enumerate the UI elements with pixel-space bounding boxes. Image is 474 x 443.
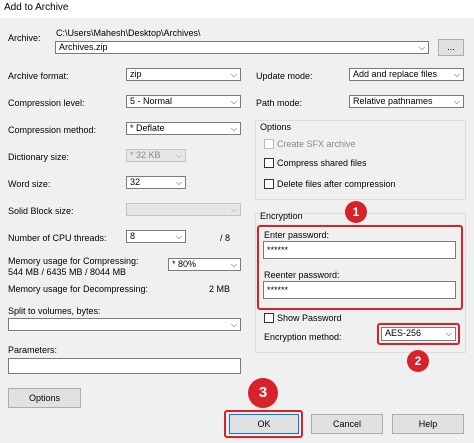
compression-level-label: Compression level: xyxy=(8,98,85,108)
cpu-threads-label: Number of CPU threads: xyxy=(8,233,107,243)
delete-after-checkbox[interactable] xyxy=(264,179,274,189)
chevron-down-icon: ⌵ xyxy=(445,329,452,338)
archive-format-select[interactable]: zip ⌵ xyxy=(126,68,241,81)
dictionary-size-label: Dictionary size: xyxy=(8,152,70,162)
options-group-title: Options xyxy=(260,122,292,132)
parameters-input[interactable] xyxy=(8,358,241,374)
update-mode-label: Update mode: xyxy=(256,71,313,81)
archive-path: C:\Users\Mahesh\Desktop\Archives\ xyxy=(56,28,201,38)
chevron-down-icon: ⌵ xyxy=(230,205,237,214)
encryption-method-select[interactable]: AES-256 ⌵ xyxy=(381,327,456,341)
compress-shared-label: Compress shared files xyxy=(277,158,367,168)
reenter-password-label: Reenter password: xyxy=(264,270,340,280)
chevron-down-icon: ⌵ xyxy=(453,70,460,79)
compression-level-select[interactable]: 5 - Normal ⌵ xyxy=(126,95,241,108)
sfx-checkbox xyxy=(264,139,274,149)
compression-method-select[interactable]: * Deflate ⌵ xyxy=(126,122,241,135)
show-password-label: Show Password xyxy=(277,313,342,323)
window-title: Add to Archive xyxy=(4,2,69,13)
chevron-down-icon: ⌵ xyxy=(175,151,182,160)
archive-filename: Archives.zip xyxy=(59,42,108,52)
chevron-down-icon: ⌵ xyxy=(230,70,237,79)
memory-usage-select[interactable]: * 80% ⌵ xyxy=(168,258,241,271)
compress-shared-checkbox[interactable] xyxy=(264,158,274,168)
memory-compress-label: Memory usage for Compressing: xyxy=(8,256,139,266)
word-size-select[interactable]: 32 ⌵ xyxy=(126,176,186,189)
compression-level-value: 5 - Normal xyxy=(130,96,173,106)
encryption-method-label: Encryption method: xyxy=(264,332,342,342)
parameters-label: Parameters: xyxy=(8,345,58,355)
chevron-down-icon: ⌵ xyxy=(175,232,182,241)
delete-after-label: Delete files after compression xyxy=(277,179,396,189)
memory-decompress-label: Memory usage for Decompressing: xyxy=(8,284,149,294)
chevron-down-icon: ⌵ xyxy=(175,178,182,187)
memory-compress-value: 544 MB / 6435 MB / 8044 MB xyxy=(8,267,127,277)
cpu-threads-max: / 8 xyxy=(220,233,231,243)
cpu-threads-value: 8 xyxy=(130,231,136,241)
options-button[interactable]: Options xyxy=(8,388,81,408)
chevron-down-icon: ⌵ xyxy=(230,320,237,329)
archive-format-value: zip xyxy=(130,69,142,79)
title-bar: Add to Archive xyxy=(0,0,474,18)
callout-badge-3: 3 xyxy=(248,378,278,408)
callout-badge-2: 2 xyxy=(407,350,429,372)
path-mode-value: Relative pathnames xyxy=(353,96,433,106)
update-mode-select[interactable]: Add and replace files ⌵ xyxy=(349,68,464,81)
encryption-method-value: AES-256 xyxy=(385,328,422,338)
chevron-down-icon: ⌵ xyxy=(230,124,237,133)
cancel-button[interactable]: Cancel xyxy=(311,414,383,434)
chevron-down-icon: ⌵ xyxy=(418,43,425,52)
dictionary-size-select: * 32 KB ⌵ xyxy=(126,149,186,162)
solid-block-size-label: Solid Block size: xyxy=(8,206,74,216)
path-mode-label: Path mode: xyxy=(256,98,303,108)
callout-badge-1: 1 xyxy=(345,201,367,223)
path-mode-select[interactable]: Relative pathnames ⌵ xyxy=(349,95,464,108)
word-size-value: 32 xyxy=(130,177,141,187)
archive-format-label: Archive format: xyxy=(8,71,69,81)
split-volumes-label: Split to volumes, bytes: xyxy=(8,306,101,316)
memory-decompress-value: 2 MB xyxy=(209,284,231,294)
memory-usage-value: * 80% xyxy=(172,259,197,269)
help-button[interactable]: Help xyxy=(392,414,464,434)
enter-password-label: Enter password: xyxy=(264,230,330,240)
solid-block-size-select: ⌵ xyxy=(126,203,241,216)
show-password-checkbox[interactable] xyxy=(264,313,274,323)
chevron-down-icon: ⌵ xyxy=(453,97,460,106)
cpu-threads-select[interactable]: 8 ⌵ xyxy=(126,230,186,243)
archive-label: Archive: xyxy=(8,33,41,43)
reenter-password-input[interactable]: ****** xyxy=(263,281,456,299)
update-mode-value: Add and replace files xyxy=(353,69,438,79)
browse-button[interactable]: ... xyxy=(438,39,464,56)
encryption-group-title: Encryption xyxy=(260,211,303,221)
compression-method-label: Compression method: xyxy=(8,125,97,135)
word-size-label: Word size: xyxy=(8,179,51,189)
enter-password-input[interactable]: ****** xyxy=(263,241,456,259)
archive-filename-combo[interactable]: Archives.zip ⌵ xyxy=(55,41,429,54)
compression-method-value: * Deflate xyxy=(130,123,165,133)
split-volumes-combo[interactable]: ⌵ xyxy=(8,318,241,331)
dictionary-size-value: * 32 KB xyxy=(130,150,161,160)
chevron-down-icon: ⌵ xyxy=(230,97,237,106)
sfx-label: Create SFX archive xyxy=(277,139,356,149)
chevron-down-icon: ⌵ xyxy=(230,260,237,269)
ok-button[interactable]: OK xyxy=(229,414,299,434)
